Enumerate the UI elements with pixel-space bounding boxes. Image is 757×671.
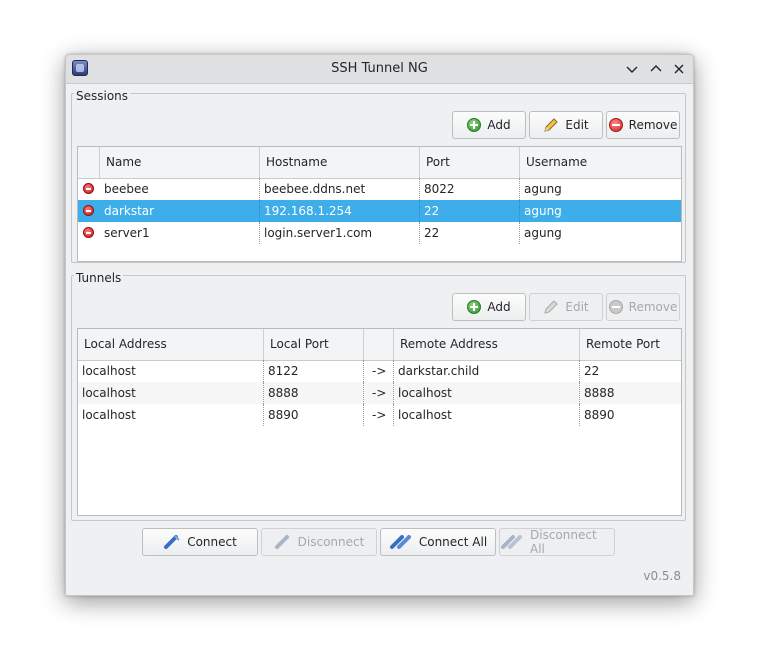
add-icon [467, 118, 482, 132]
tunnels-col-remote-port[interactable]: Remote Port [580, 329, 681, 360]
session-add-button[interactable]: Add [452, 111, 526, 139]
tunnel-remote-address: localhost [394, 404, 580, 426]
sessions-table-header: Name Hostname Port Username [78, 147, 681, 179]
tunnel-remove-button[interactable]: Remove [606, 293, 680, 321]
unplugs-icon [501, 535, 522, 549]
session-username: agung [524, 182, 562, 196]
table-row-selected[interactable]: darkstar 192.168.1.254 22 agung [78, 200, 681, 222]
sessions-table[interactable]: Name Hostname Port Username beebee beebe… [77, 146, 682, 262]
tunnel-edit-label: Edit [565, 300, 589, 314]
window-title: SSH Tunnel NG [331, 61, 428, 76]
tunnel-remove-label: Remove [628, 300, 678, 314]
table-row[interactable]: localhost 8890 -> localhost 8890 [78, 404, 681, 426]
tunnel-arrow: -> [364, 382, 394, 404]
connect-button[interactable]: Connect [142, 528, 258, 556]
session-hostname: beebee.ddns.net [260, 178, 420, 200]
add-icon [467, 300, 482, 314]
session-edit-label: Edit [565, 118, 589, 132]
tunnel-arrow: -> [364, 360, 394, 382]
session-name: darkstar [100, 200, 260, 222]
table-row[interactable]: server1 login.server1.com 22 agung [78, 222, 681, 244]
tunnel-local-port: 8122 [264, 360, 364, 382]
chevron-down-icon [626, 66, 638, 73]
sessions-col-name[interactable]: Name [100, 147, 260, 178]
tunnels-col-local-address[interactable]: Local Address [78, 329, 264, 360]
tunnel-remote-port: 8888 [584, 386, 615, 400]
connect-label: Connect [187, 535, 237, 549]
session-remove-button[interactable]: Remove [606, 111, 680, 139]
tunnel-local-address: localhost [78, 382, 264, 404]
disconnect-label: Disconnect [297, 535, 365, 549]
maximize-button[interactable] [646, 59, 666, 79]
tunnel-local-address: localhost [78, 360, 264, 382]
session-username: agung [524, 204, 562, 218]
version-label: v0.5.8 [643, 569, 681, 583]
tunnel-local-port: 8890 [264, 404, 364, 426]
main-window: SSH Tunnel NG Sessions Add Edit Remove N… [65, 54, 694, 596]
disconnected-status-icon [83, 183, 94, 194]
tunnel-remote-port: 8890 [584, 408, 615, 422]
remove-icon [608, 118, 623, 132]
tunnels-label: Tunnels [74, 271, 124, 285]
table-row[interactable]: localhost 8888 -> localhost 8888 [78, 382, 681, 404]
session-name: server1 [100, 222, 260, 244]
table-row[interactable]: localhost 8122 -> darkstar.child 22 [78, 360, 681, 382]
session-remove-label: Remove [628, 118, 678, 132]
disconnected-status-icon [83, 227, 94, 238]
tunnels-table-header: Local Address Local Port Remote Address … [78, 329, 681, 361]
session-hostname: login.server1.com [260, 222, 420, 244]
sessions-col-port[interactable]: Port [420, 147, 520, 178]
connect-all-label: Connect All [418, 535, 488, 549]
remove-icon [608, 300, 623, 314]
sessions-col-hostname[interactable]: Hostname [260, 147, 420, 178]
tunnels-col-local-port[interactable]: Local Port [264, 329, 364, 360]
disconnect-all-button[interactable]: Disconnect All [499, 528, 615, 556]
session-username: agung [524, 226, 562, 240]
session-hostname: 192.168.1.254 [260, 200, 420, 222]
disconnected-status-icon [83, 205, 94, 216]
tunnel-add-label: Add [487, 300, 511, 314]
sessions-label: Sessions [74, 89, 131, 103]
close-icon [674, 64, 684, 74]
close-button[interactable] [669, 59, 689, 79]
sessions-col-status[interactable] [78, 147, 100, 178]
chevron-up-icon [650, 65, 662, 72]
unplug-icon [274, 535, 289, 549]
session-name: beebee [100, 178, 260, 200]
tunnel-remote-address: localhost [394, 382, 580, 404]
session-port: 22 [420, 200, 520, 222]
tunnel-local-port: 8888 [264, 382, 364, 404]
tunnel-remote-port: 22 [584, 364, 600, 378]
session-edit-button[interactable]: Edit [529, 111, 603, 139]
tunnel-arrow: -> [364, 404, 394, 426]
pencil-icon [544, 300, 559, 314]
title-bar[interactable]: SSH Tunnel NG [66, 55, 693, 84]
tunnel-edit-button[interactable]: Edit [529, 293, 603, 321]
minimize-button[interactable] [622, 59, 642, 79]
tunnel-remote-address: darkstar.child [394, 360, 580, 382]
session-port: 8022 [420, 178, 520, 200]
tunnel-add-button[interactable]: Add [452, 293, 526, 321]
plugs-icon [389, 535, 411, 549]
session-port: 22 [420, 222, 520, 244]
session-add-label: Add [487, 118, 511, 132]
disconnect-button[interactable]: Disconnect [261, 528, 377, 556]
tunnel-local-address: localhost [78, 404, 264, 426]
tunnels-col-arrow[interactable] [364, 329, 394, 360]
tunnels-col-remote-address[interactable]: Remote Address [394, 329, 580, 360]
pencil-icon [544, 118, 559, 132]
sessions-col-username[interactable]: Username [520, 147, 681, 178]
connect-all-button[interactable]: Connect All [380, 528, 496, 556]
disconnect-all-label: Disconnect All [530, 528, 597, 556]
tunnels-table[interactable]: Local Address Local Port Remote Address … [77, 328, 682, 516]
table-row[interactable]: beebee beebee.ddns.net 8022 agung [78, 178, 681, 200]
plug-icon [164, 535, 180, 549]
